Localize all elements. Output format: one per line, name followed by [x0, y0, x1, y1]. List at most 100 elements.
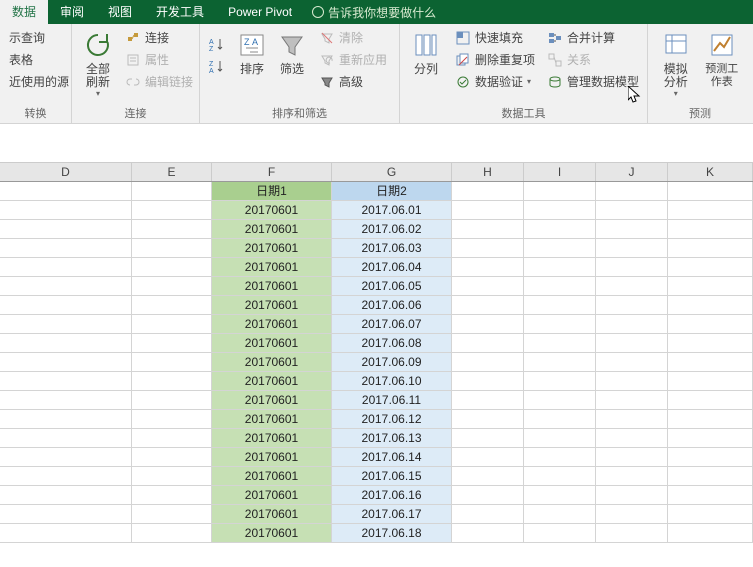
cell[interactable] [452, 391, 524, 410]
cell[interactable] [596, 391, 668, 410]
cell[interactable]: 20170601 [212, 429, 332, 448]
from-table-button[interactable]: 表格 [6, 49, 72, 70]
colhdr-D[interactable]: D [0, 163, 132, 181]
cell[interactable] [596, 372, 668, 391]
cell[interactable] [668, 353, 753, 372]
table-row[interactable]: 201706012017.06.01 [0, 201, 753, 220]
cell[interactable] [596, 486, 668, 505]
cell[interactable] [0, 258, 132, 277]
filter-button[interactable]: 筛选 [272, 27, 312, 76]
cell[interactable] [132, 372, 212, 391]
cell[interactable] [452, 448, 524, 467]
cell[interactable] [524, 505, 596, 524]
cell[interactable] [524, 429, 596, 448]
cell[interactable] [668, 315, 753, 334]
cell[interactable] [596, 258, 668, 277]
cell[interactable] [596, 220, 668, 239]
cell[interactable] [452, 334, 524, 353]
tab-data[interactable]: 数据 [0, 0, 48, 24]
cell[interactable] [132, 277, 212, 296]
cell[interactable] [524, 353, 596, 372]
cell[interactable] [524, 296, 596, 315]
cell[interactable] [0, 410, 132, 429]
manage-data-model-button[interactable]: 管理数据模型 [544, 71, 642, 92]
cell[interactable] [0, 467, 132, 486]
cell[interactable]: 20170601 [212, 353, 332, 372]
cell[interactable] [596, 239, 668, 258]
colhdr-F[interactable]: F [212, 163, 332, 181]
cell[interactable]: 2017.06.02 [332, 220, 452, 239]
cell[interactable]: 2017.06.15 [332, 467, 452, 486]
cell[interactable]: 2017.06.03 [332, 239, 452, 258]
colhdr-H[interactable]: H [452, 163, 524, 181]
cell[interactable] [668, 277, 753, 296]
cell[interactable] [452, 486, 524, 505]
sort-asc-button[interactable]: AZ [206, 33, 228, 54]
recent-sources-button[interactable]: 近使用的源 [6, 71, 72, 92]
table-row[interactable]: 日期1日期2 [0, 182, 753, 201]
cell[interactable]: 20170601 [212, 334, 332, 353]
cell[interactable]: 2017.06.17 [332, 505, 452, 524]
cell[interactable]: 20170601 [212, 258, 332, 277]
cell[interactable] [452, 505, 524, 524]
cell[interactable] [524, 239, 596, 258]
cell[interactable] [0, 391, 132, 410]
cell[interactable] [0, 296, 132, 315]
cell[interactable] [132, 353, 212, 372]
cell[interactable] [668, 372, 753, 391]
cell[interactable] [668, 505, 753, 524]
cell[interactable]: 2017.06.13 [332, 429, 452, 448]
cell[interactable] [668, 467, 753, 486]
cell[interactable]: 20170601 [212, 448, 332, 467]
table-row[interactable]: 201706012017.06.17 [0, 505, 753, 524]
cell[interactable] [668, 486, 753, 505]
cell[interactable]: 2017.06.08 [332, 334, 452, 353]
cell[interactable]: 2017.06.10 [332, 372, 452, 391]
cell[interactable]: 20170601 [212, 391, 332, 410]
cell[interactable] [0, 372, 132, 391]
cell[interactable] [132, 505, 212, 524]
advanced-filter-button[interactable]: 高级 [316, 71, 390, 92]
cell[interactable] [668, 391, 753, 410]
cell[interactable]: 2017.06.16 [332, 486, 452, 505]
cell[interactable] [0, 315, 132, 334]
cell[interactable] [0, 277, 132, 296]
table-row[interactable]: 201706012017.06.10 [0, 372, 753, 391]
cell[interactable] [132, 429, 212, 448]
cell[interactable] [132, 296, 212, 315]
cell[interactable] [132, 391, 212, 410]
cell[interactable]: 2017.06.11 [332, 391, 452, 410]
cell[interactable]: 2017.06.09 [332, 353, 452, 372]
tell-me-search[interactable]: 告诉我你想要做什么 [304, 4, 444, 21]
colhdr-J[interactable]: J [596, 163, 668, 181]
cell[interactable] [596, 448, 668, 467]
grid-body[interactable]: 日期1日期2201706012017.06.01201706012017.06.… [0, 182, 753, 543]
cell[interactable]: 20170601 [212, 505, 332, 524]
cell[interactable] [668, 448, 753, 467]
cell[interactable] [132, 258, 212, 277]
cell[interactable] [596, 410, 668, 429]
cell[interactable] [452, 239, 524, 258]
cell[interactable]: 2017.06.18 [332, 524, 452, 543]
table-row[interactable]: 201706012017.06.03 [0, 239, 753, 258]
cell[interactable]: 2017.06.14 [332, 448, 452, 467]
cell[interactable] [596, 315, 668, 334]
table-row[interactable]: 201706012017.06.13 [0, 429, 753, 448]
cell[interactable] [452, 220, 524, 239]
cell[interactable] [524, 391, 596, 410]
cell[interactable] [524, 334, 596, 353]
refresh-all-button[interactable]: 全部刷新 ▾ [78, 27, 118, 98]
connections-button[interactable]: 连接 [122, 27, 196, 48]
consolidate-button[interactable]: 合并计算 [544, 27, 642, 48]
cell[interactable] [452, 258, 524, 277]
cell[interactable] [524, 277, 596, 296]
cell[interactable] [524, 448, 596, 467]
table-row[interactable]: 201706012017.06.11 [0, 391, 753, 410]
table-row[interactable]: 201706012017.06.18 [0, 524, 753, 543]
cell[interactable] [0, 353, 132, 372]
table-row[interactable]: 201706012017.06.12 [0, 410, 753, 429]
table-row[interactable]: 201706012017.06.07 [0, 315, 753, 334]
tab-review[interactable]: 审阅 [48, 0, 96, 24]
colhdr-E[interactable]: E [132, 163, 212, 181]
cell[interactable] [132, 201, 212, 220]
